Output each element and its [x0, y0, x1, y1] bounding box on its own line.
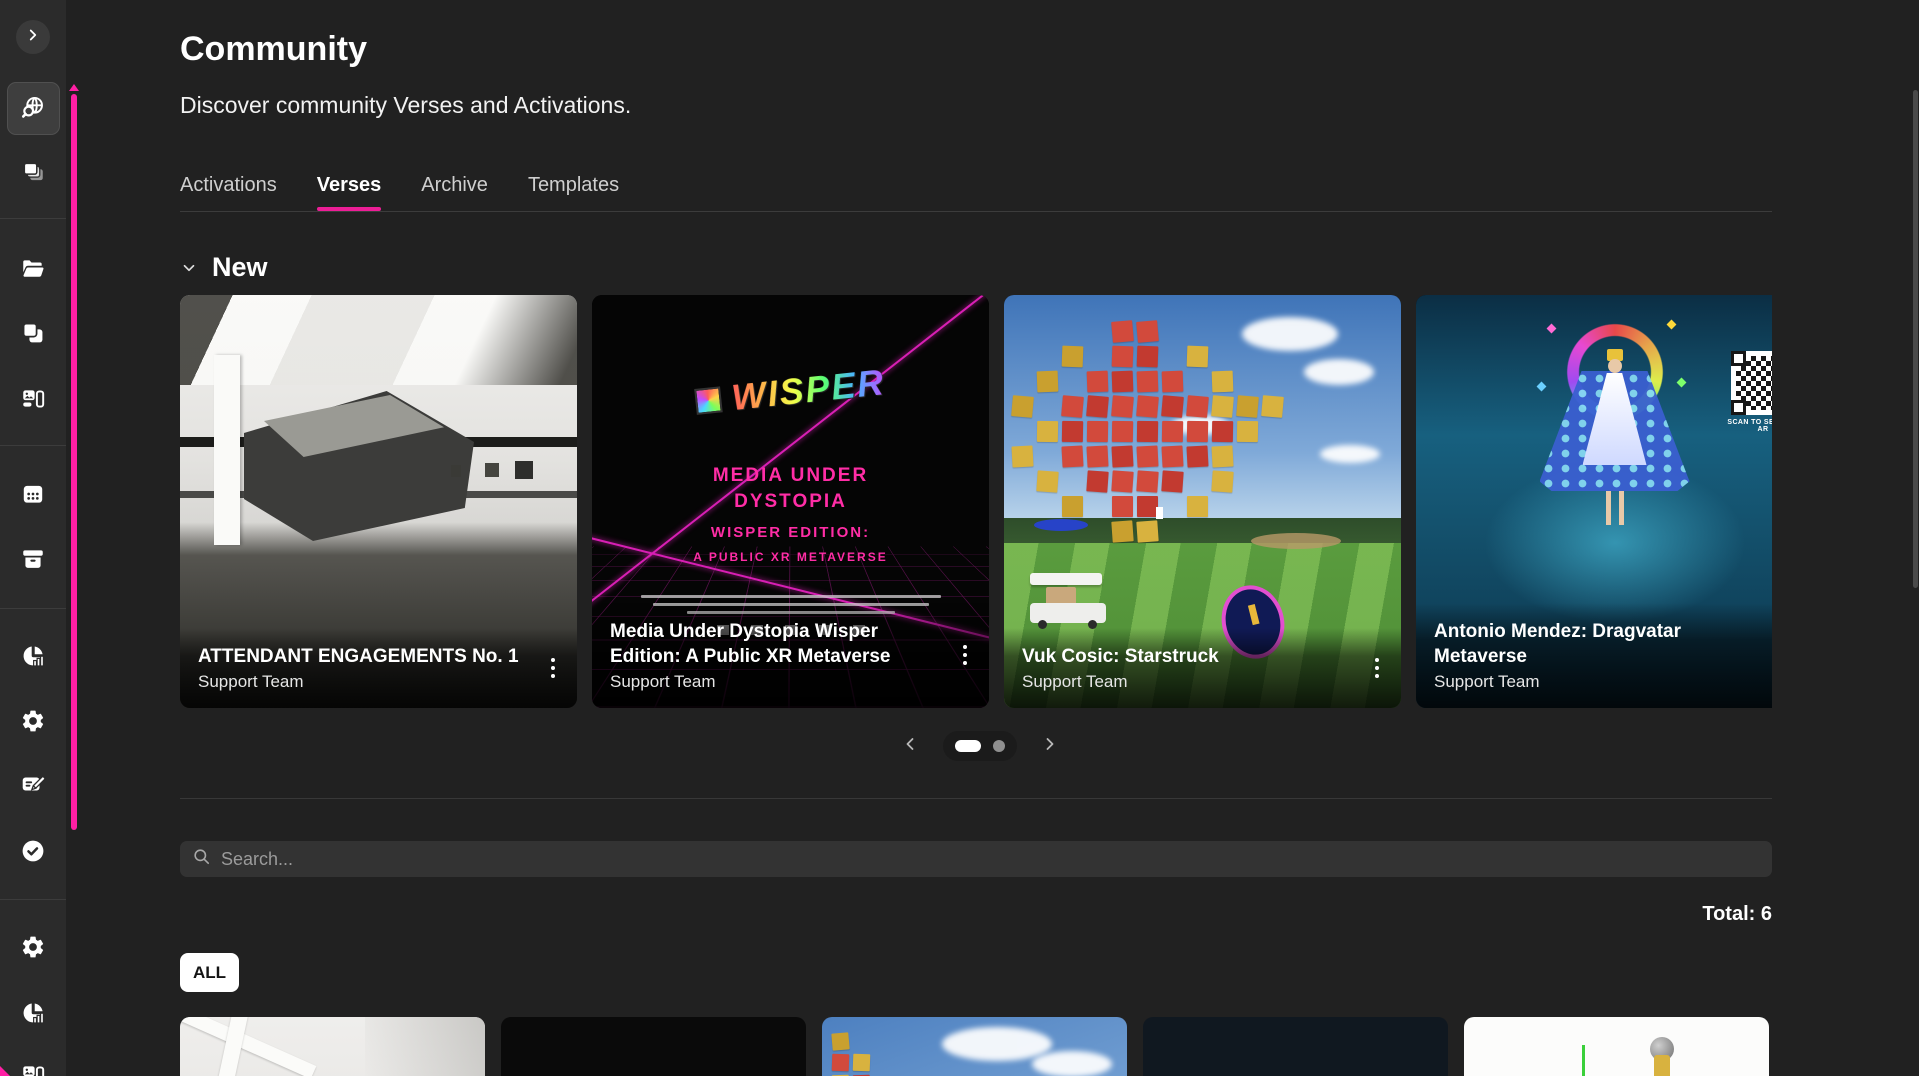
search-input[interactable]	[221, 849, 1760, 870]
tab-verses[interactable]: Verses	[317, 174, 382, 209]
grid-thumbnail-night[interactable]	[1143, 1017, 1448, 1076]
grid-thumbnail-studio[interactable]	[1464, 1017, 1769, 1076]
sidebar-divider	[0, 608, 66, 609]
qr-caption: SCAN TO SEE IT IN AR	[1725, 419, 1772, 433]
storyboard-media-icon	[20, 386, 46, 412]
storyboard-media-icon	[20, 1062, 46, 1076]
tab-archive[interactable]: Archive	[421, 174, 488, 209]
sidebar-item-archive[interactable]	[20, 546, 46, 572]
chevron-right-icon	[1040, 734, 1060, 759]
page-scrollbar-thumb[interactable]	[1913, 90, 1918, 588]
card-menu-button[interactable]	[1369, 650, 1385, 686]
thumb-text-line: MEDIA UNDER DYSTOPIA	[681, 463, 901, 514]
layers-icon	[20, 159, 46, 185]
wisper-logo-mark	[695, 386, 724, 415]
card-subtitle: Support Team	[1434, 672, 1772, 692]
card-menu-button[interactable]	[957, 637, 973, 673]
sidebar-item-settings[interactable]	[20, 708, 46, 734]
verse-card-starstruck[interactable]: Vuk Cosic: Starstruck Support Team	[1004, 295, 1401, 708]
gear-icon	[20, 708, 46, 734]
tabs-divider	[180, 211, 1772, 212]
filter-all-button[interactable]: ALL	[180, 953, 239, 992]
calendar-icon	[20, 481, 46, 507]
sidebar-item-storyboard-partial[interactable]	[20, 1062, 46, 1076]
carousel-prev-button[interactable]	[897, 733, 923, 759]
thumb-text-line: WISPER EDITION:	[592, 524, 989, 541]
carousel-page-2-dot[interactable]	[993, 740, 1005, 752]
chevron-right-icon	[24, 26, 42, 49]
carousel-next-button[interactable]	[1037, 733, 1063, 759]
carousel-page-1-dot[interactable]	[955, 740, 981, 752]
card-footer: Vuk Cosic: Starstruck Support Team	[1004, 628, 1401, 708]
section-title: New	[212, 252, 268, 283]
section-divider	[180, 798, 1772, 799]
all-verses-grid	[180, 1017, 1780, 1076]
scroll-up-arrow[interactable]	[69, 84, 79, 91]
card-title: Vuk Cosic: Starstruck	[1022, 644, 1219, 669]
tab-templates[interactable]: Templates	[528, 174, 619, 209]
sidebar-expand-button[interactable]	[16, 20, 50, 54]
card-title: ATTENDANT ENGAGEMENTS No. 1	[198, 644, 519, 669]
grid-thumbnail-dark[interactable]	[501, 1017, 806, 1076]
sidebar-item-community[interactable]	[20, 95, 46, 121]
archive-box-icon	[20, 546, 46, 572]
total-count-label: Total: 6	[1702, 903, 1772, 926]
card-title: Media Under Dystopia Wisper Edition: A P…	[610, 619, 950, 669]
search-icon	[192, 847, 211, 871]
pie-chart-icon	[20, 1000, 46, 1026]
chevron-down-icon[interactable]	[180, 259, 198, 277]
sidebar-divider	[0, 445, 66, 446]
new-verses-carousel: ATTENDANT ENGAGEMENTS No. 1 Support Team…	[180, 295, 1772, 708]
page-title: Community	[180, 30, 367, 69]
gear-icon	[20, 934, 46, 960]
verse-card-dragvatar[interactable]: SCAN TO SEE IT IN AR Antonio Mendez: Dra…	[1416, 295, 1772, 708]
sidebar-divider	[0, 899, 66, 900]
new-section-header: New	[180, 252, 268, 283]
card-footer: Media Under Dystopia Wisper Edition: A P…	[592, 603, 989, 708]
card-title: Antonio Mendez: Dragvatar Metaverse	[1434, 619, 1772, 669]
sidebar	[0, 0, 66, 1076]
search-bar	[180, 841, 1772, 877]
sidebar-item-analytics[interactable]	[20, 643, 46, 669]
note-edit-icon	[20, 771, 46, 797]
sidebar-item-duplicates[interactable]	[20, 320, 46, 346]
card-footer: Antonio Mendez: Dragvatar Metaverse Supp…	[1416, 603, 1772, 708]
app-screen: Community Discover community Verses and …	[0, 0, 1919, 1076]
sidebar-item-verses[interactable]	[20, 159, 46, 185]
copy-icon	[20, 320, 46, 346]
carousel-pagination	[943, 731, 1017, 761]
sidebar-item-analytics-secondary[interactable]	[20, 1000, 46, 1026]
page-subtitle: Discover community Verses and Activation…	[180, 92, 631, 119]
chevron-left-icon	[900, 734, 920, 759]
card-subtitle: Support Team	[610, 672, 950, 692]
card-subtitle: Support Team	[198, 672, 519, 692]
card-subtitle: Support Team	[1022, 672, 1219, 692]
pie-chart-icon	[20, 643, 46, 669]
left-scrollbar-thumb[interactable]	[71, 94, 77, 830]
verse-card-attendant-engagements[interactable]: ATTENDANT ENGAGEMENTS No. 1 Support Team	[180, 295, 577, 708]
folder-open-icon	[20, 256, 46, 282]
golf-cart	[1030, 573, 1108, 629]
sidebar-item-storyboard[interactable]	[20, 386, 46, 412]
sidebar-item-notes[interactable]	[20, 771, 46, 797]
verse-card-media-under-dystopia[interactable]: WISPER MEDIA UNDER DYSTOPIA WISPER EDITI…	[592, 295, 989, 708]
sidebar-item-files[interactable]	[20, 256, 46, 282]
check-circle-icon	[20, 838, 46, 864]
globe-search-icon	[20, 95, 46, 121]
sidebar-item-calendar[interactable]	[20, 481, 46, 507]
tab-activations[interactable]: Activations	[180, 174, 277, 209]
grid-thumbnail-gallery[interactable]	[180, 1017, 485, 1076]
sidebar-item-settings-secondary[interactable]	[20, 934, 46, 960]
card-menu-button[interactable]	[545, 650, 561, 686]
wisper-logo-text: WISPER	[730, 361, 888, 419]
sidebar-item-approvals[interactable]	[20, 838, 46, 864]
card-footer: ATTENDANT ENGAGEMENTS No. 1 Support Team	[180, 628, 577, 708]
distant-figure	[1156, 507, 1163, 519]
qr-code	[1731, 351, 1772, 415]
thumb-text-line: A PUBLIC XR METAVERSE	[592, 550, 989, 564]
carousel-controls	[880, 728, 1080, 764]
sidebar-divider	[0, 218, 66, 219]
tab-bar: Activations Verses Archive Templates	[180, 174, 619, 209]
grid-thumbnail-starstruck[interactable]	[822, 1017, 1127, 1076]
